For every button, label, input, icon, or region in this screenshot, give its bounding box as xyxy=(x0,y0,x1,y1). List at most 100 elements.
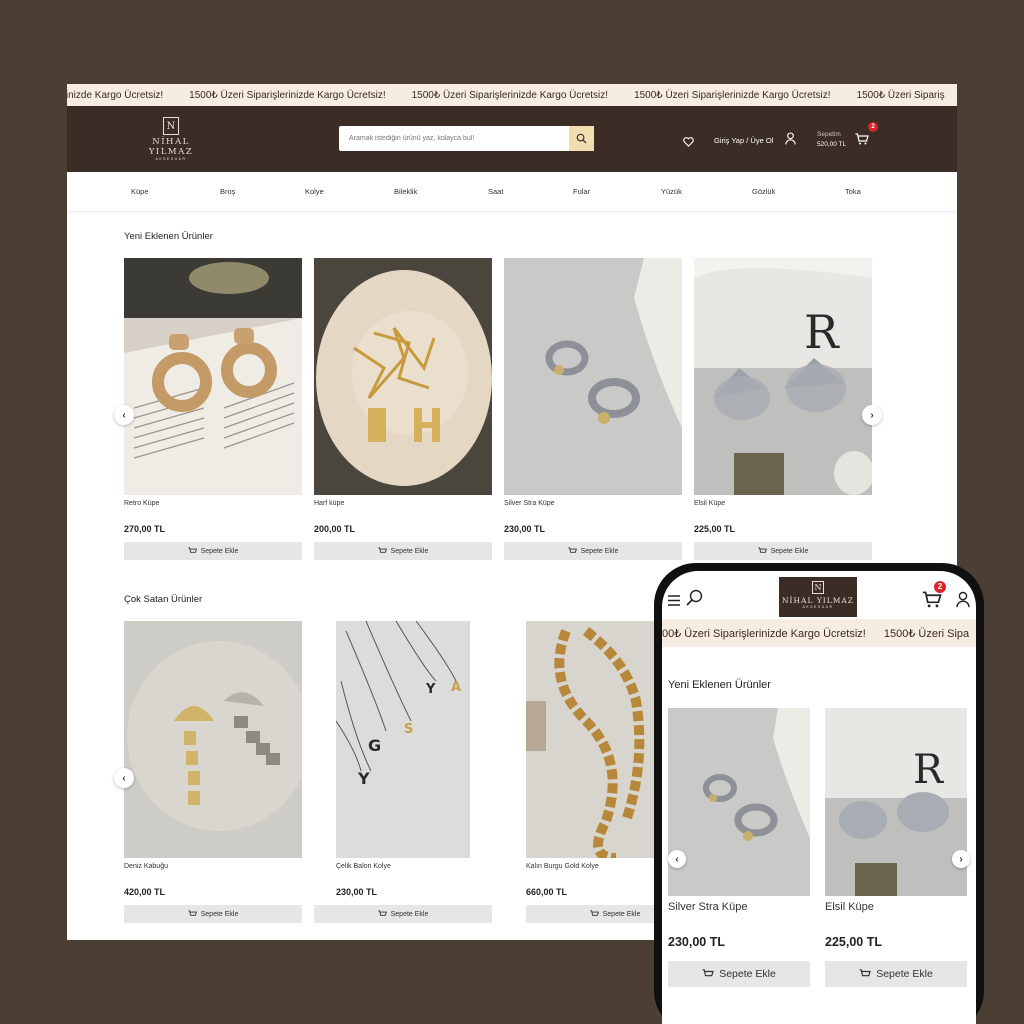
product-image[interactable] xyxy=(504,258,682,495)
cart-icon xyxy=(187,910,197,916)
cart-icon xyxy=(567,547,577,553)
mobile-brand-logo[interactable]: N NİHAL YILMAZ AKSESUAR xyxy=(779,577,857,617)
add-to-cart-label: Sepete Ekle xyxy=(580,547,619,555)
product-card[interactable]: G S Y A Y Çelik Balon Kolye 230,00 TL Se… xyxy=(314,621,492,923)
brand-name: NİHAL YILMAZ xyxy=(781,596,855,605)
add-to-cart-label: Sepete Ekle xyxy=(390,547,429,555)
mobile-screen: N NİHAL YILMAZ AKSESUAR 2 00₺ Üzeri Sipa… xyxy=(662,571,976,1024)
add-to-cart-button[interactable]: Sepete Ekle xyxy=(124,905,302,923)
search-button[interactable] xyxy=(569,126,594,151)
nav-item[interactable]: Saat xyxy=(488,187,503,196)
product-name[interactable]: Harf küpe xyxy=(314,500,492,524)
menu-icon xyxy=(668,595,680,606)
mobile-product-card[interactable]: R Elsil Küpe 225,00 TL Sepete Ekle xyxy=(825,708,967,987)
promo-text: 1500₺ Üzeri Sipariş xyxy=(856,89,945,101)
svg-text:R: R xyxy=(804,305,840,359)
product-image[interactable]: G S Y A Y xyxy=(336,621,470,858)
search-bar xyxy=(339,126,594,151)
section-title-best: Çok Satan Ürünler xyxy=(124,594,203,605)
nav-item[interactable]: Gözlük xyxy=(752,187,775,196)
cart-button[interactable] xyxy=(855,132,869,150)
nav-item[interactable]: Kolye xyxy=(305,187,324,196)
mobile-section-title: Yeni Eklenen Ürünler xyxy=(668,679,771,691)
add-to-cart-button[interactable]: Sepete Ekle xyxy=(668,961,810,987)
mobile-account-button[interactable] xyxy=(956,591,970,613)
add-to-cart-button[interactable]: Sepete Ekle xyxy=(124,542,302,560)
add-to-cart-button[interactable]: Sepete Ekle xyxy=(694,542,872,560)
product-price: 225,00 TL xyxy=(825,935,882,949)
product-name[interactable]: Silver Stra Küpe xyxy=(668,901,810,935)
product-image[interactable]: R xyxy=(825,708,967,896)
product-card[interactable]: R Elsil Küpe 225,00 TL Sepete Ekle xyxy=(694,258,872,560)
product-card[interactable]: Deniz Kabuğu 420,00 TL Sepete Ekle xyxy=(124,621,302,923)
cart-summary[interactable]: Sepetim 520,00 TL xyxy=(817,130,846,150)
account-button[interactable] xyxy=(785,132,796,150)
cart-total: 520,00 TL xyxy=(817,141,847,148)
nav-item[interactable]: Fular xyxy=(573,187,590,196)
add-to-cart-label: Sepete Ekle xyxy=(876,968,933,980)
product-name[interactable]: Deniz Kabuğu xyxy=(124,863,302,887)
promo-text: 1500₺ Üzeri Siparişlerinizde Kargo Ücret… xyxy=(411,89,609,101)
promo-text: erinizde Kargo Ücretsiz! xyxy=(67,89,164,101)
section-title-new: Yeni Eklenen Ürünler xyxy=(124,231,213,242)
chevron-left-icon: ‹ xyxy=(122,409,126,421)
nav-item[interactable]: Bileklik xyxy=(394,187,417,196)
menu-button[interactable] xyxy=(668,593,680,611)
favorites-button[interactable] xyxy=(683,134,694,152)
nav-item[interactable]: Yüzük xyxy=(661,187,682,196)
mobile-device-frame: N NİHAL YILMAZ AKSESUAR 2 00₺ Üzeri Sipa… xyxy=(654,563,984,1024)
product-name[interactable]: Çelik Balon Kolye xyxy=(336,863,470,887)
add-to-cart-label: Sepete Ekle xyxy=(200,910,239,918)
carousel-prev-button[interactable]: ‹ xyxy=(114,768,134,788)
cart-icon xyxy=(187,547,197,553)
add-to-cart-button[interactable]: Sepete Ekle xyxy=(825,961,967,987)
nav-item[interactable]: Broş xyxy=(220,187,235,196)
brand-logo[interactable]: N NİHAL YILMAZ AKSESUAR xyxy=(133,117,209,161)
heart-icon xyxy=(683,137,694,147)
product-name[interactable]: Elsil Küpe xyxy=(694,500,872,524)
nav-item[interactable]: Toka xyxy=(845,187,861,196)
login-link[interactable]: Giriş Yap / Üye Ol xyxy=(714,136,773,145)
mobile-cart-button[interactable] xyxy=(922,591,942,613)
product-image[interactable] xyxy=(124,621,302,858)
product-name[interactable]: Silver Stra Küpe xyxy=(504,500,682,524)
promo-text: 1500₺ Üzeri Siparişlerinizde Kargo Ücret… xyxy=(189,89,386,101)
product-image[interactable] xyxy=(668,708,810,896)
user-icon xyxy=(785,132,796,145)
product-price: 200,00 TL xyxy=(314,524,356,534)
product-image[interactable]: R xyxy=(694,258,872,495)
product-name[interactable]: Elsil Küpe xyxy=(825,901,967,935)
product-card[interactable]: Harf küpe 200,00 TL Sepete Ekle xyxy=(314,258,492,560)
product-image[interactable] xyxy=(314,258,492,495)
product-price: 230,00 TL xyxy=(336,887,378,897)
carousel-prev-button[interactable]: ‹ xyxy=(114,405,134,425)
logo-monogram: N xyxy=(163,117,179,135)
mobile-search-button[interactable] xyxy=(686,589,704,612)
nav-item[interactable]: Küpe xyxy=(131,187,149,196)
product-name[interactable]: Retro Küpe xyxy=(124,500,302,524)
logo-monogram: N xyxy=(812,581,824,594)
product-price: 270,00 TL xyxy=(124,524,166,534)
add-to-cart-button[interactable]: Sepete Ekle xyxy=(314,905,492,923)
search-input[interactable] xyxy=(339,126,564,151)
add-to-cart-label: Sepete Ekle xyxy=(770,547,809,555)
product-image[interactable] xyxy=(124,258,302,495)
mobile-product-card[interactable]: Silver Stra Küpe 230,00 TL Sepete Ekle xyxy=(668,708,810,987)
product-image[interactable] xyxy=(526,621,660,858)
product-card[interactable]: Retro Küpe 270,00 TL Sepete Ekle xyxy=(124,258,302,560)
product-card[interactable]: Silver Stra Küpe 230,00 TL Sepete Ekle xyxy=(504,258,682,560)
svg-text:Y: Y xyxy=(425,682,436,697)
mobile-carousel-prev-button[interactable]: ‹ xyxy=(668,850,686,868)
add-to-cart-button[interactable]: Sepete Ekle xyxy=(504,542,682,560)
cart-icon xyxy=(377,910,387,916)
cart-icon xyxy=(757,547,767,553)
promo-text: 1500₺ Üzeri Siparişlerinizde Kargo Ücret… xyxy=(634,89,831,101)
site-header: N NİHAL YILMAZ AKSESUAR Giriş Yap / Üye … xyxy=(67,106,957,172)
promo-banner: erinizde Kargo Ücretsiz! 1500₺ Üzeri Sip… xyxy=(67,84,957,106)
carousel-next-button[interactable]: › xyxy=(862,405,882,425)
mobile-carousel-next-button[interactable]: › xyxy=(952,850,970,868)
svg-text:A: A xyxy=(451,680,461,695)
svg-text:G: G xyxy=(368,736,381,755)
cart-icon xyxy=(859,969,871,977)
add-to-cart-button[interactable]: Sepete Ekle xyxy=(314,542,492,560)
